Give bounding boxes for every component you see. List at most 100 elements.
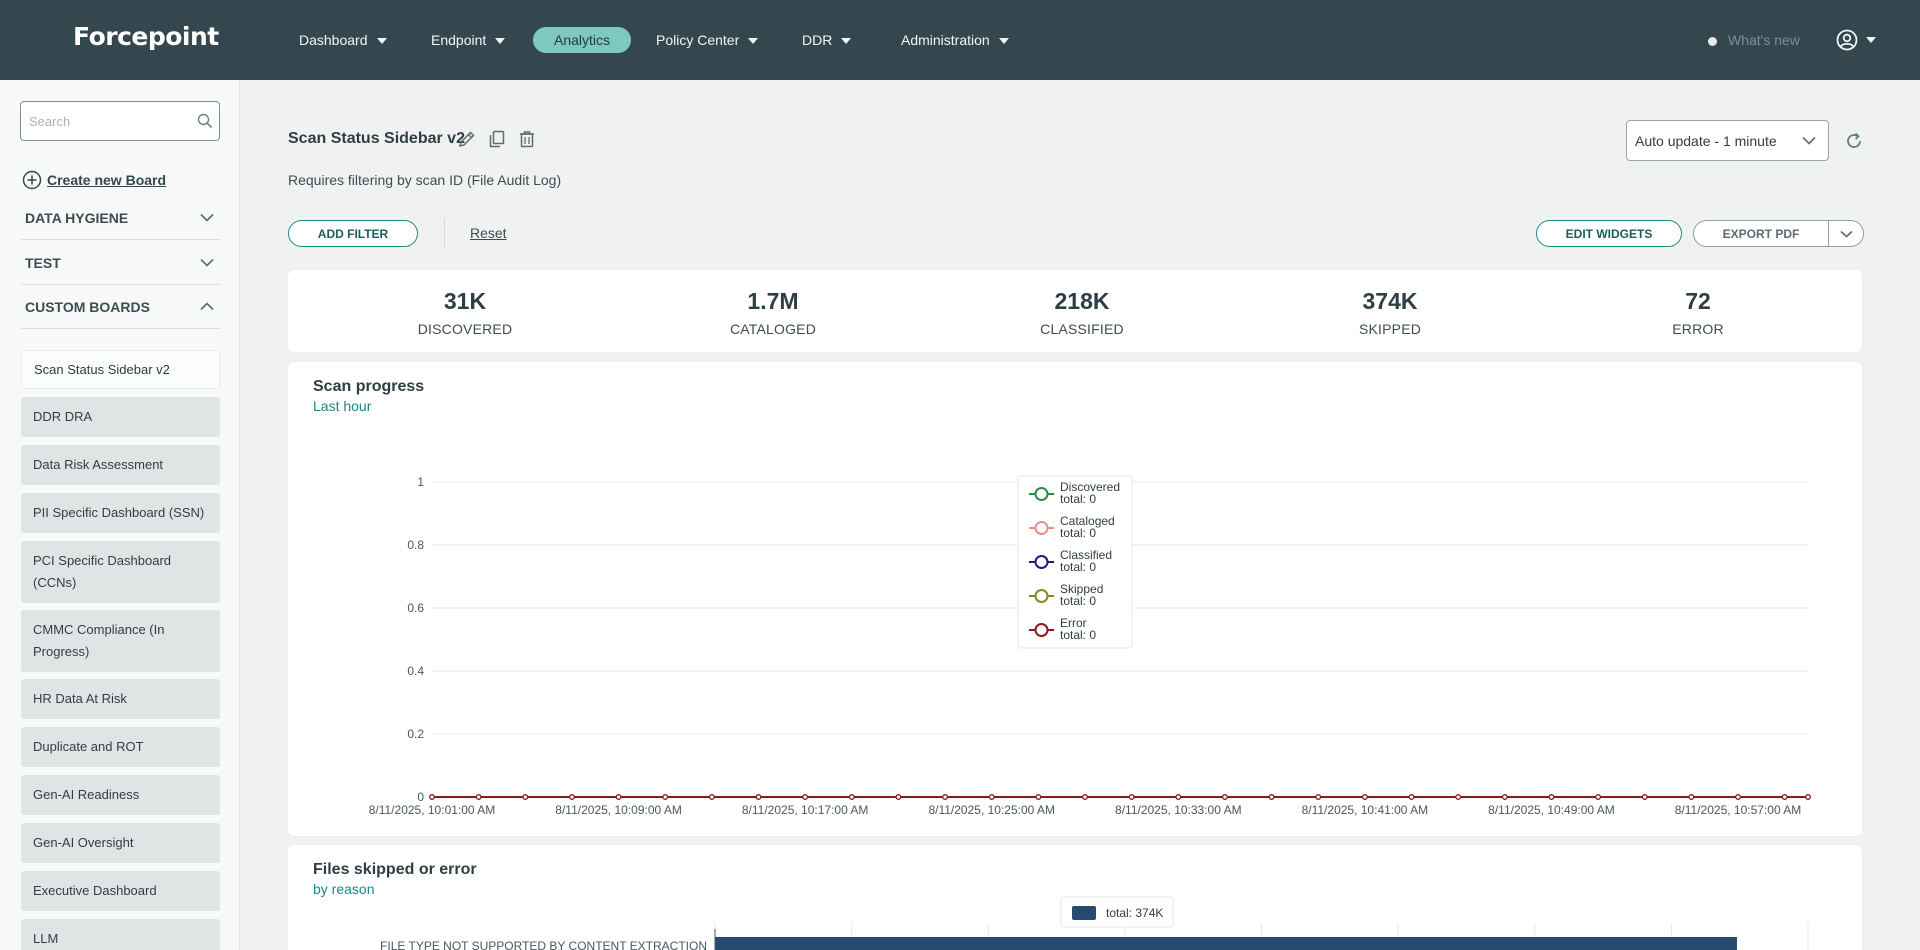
nav-analytics[interactable]: Analytics [533, 27, 632, 53]
nav-dashboard[interactable]: Dashboard [299, 27, 387, 53]
data-point[interactable] [1735, 794, 1741, 800]
board-item-gen-ai-readiness[interactable]: Gen-AI Readiness [21, 775, 220, 815]
data-point[interactable] [1221, 794, 1228, 800]
data-point[interactable] [1175, 794, 1182, 800]
board-item-scan-status-sidebar-v2[interactable]: Scan Status Sidebar v2 [21, 350, 220, 389]
nav-ddr-label: DDR [802, 32, 833, 48]
edit-pencil-icon[interactable] [457, 129, 477, 154]
data-point[interactable] [1641, 794, 1648, 800]
stat-value: 374K [1362, 288, 1418, 314]
search-input[interactable] [29, 102, 189, 140]
nav-endpoint[interactable]: Endpoint [431, 27, 506, 53]
data-point[interactable] [1688, 794, 1695, 800]
board-item-data-risk-assessment[interactable]: Data Risk Assessment [21, 445, 220, 485]
data-point[interactable] [1035, 794, 1042, 800]
legend-marker [1034, 521, 1049, 535]
board-item-pci-specific-dashboard[interactable]: PCI Specific Dashboard (CCNs) [21, 541, 220, 603]
data-point[interactable] [429, 794, 435, 800]
board-item-pii-specific-dashboard[interactable]: PII Specific Dashboard (SSN) [21, 493, 220, 533]
y-tick-label: 0.8 [407, 538, 424, 552]
data-point[interactable] [1408, 794, 1415, 800]
data-point[interactable] [708, 794, 715, 800]
legend-marker [1034, 487, 1049, 501]
data-point[interactable] [662, 794, 669, 800]
nav-administration[interactable]: Administration [901, 27, 1009, 53]
nav-ddr[interactable]: DDR [802, 27, 852, 53]
export-pdf-button[interactable]: EXPORT PDF [1694, 221, 1828, 246]
x-tick-label: 8/11/2025, 10:41:00 AM [1302, 803, 1429, 817]
data-point[interactable] [1128, 794, 1135, 800]
board-item-llm[interactable]: LLM [21, 919, 220, 950]
user-avatar-icon [1836, 29, 1858, 51]
data-point[interactable] [1268, 794, 1275, 800]
data-point[interactable] [848, 794, 855, 800]
data-point[interactable] [1548, 794, 1555, 800]
chevron-down-icon [1839, 230, 1853, 238]
data-point[interactable] [1361, 794, 1368, 800]
refresh-icon[interactable] [1845, 132, 1863, 150]
x-tick-label: 8/11/2025, 10:57:00 AM [1675, 803, 1802, 817]
legend-series-total: total: 0 [1060, 594, 1096, 608]
chart-legend[interactable]: total: 374K [1060, 896, 1174, 928]
data-point[interactable] [988, 794, 995, 800]
data-point[interactable] [802, 794, 809, 800]
board-item-label: LLM [33, 931, 59, 946]
stat-label: ERROR [1672, 321, 1724, 337]
nav-policy-center[interactable]: Policy Center [656, 27, 759, 53]
whats-new-link[interactable]: What's new [1708, 27, 1800, 53]
delete-trash-icon[interactable] [517, 129, 537, 154]
board-item-hr-data-at-risk[interactable]: HR Data At Risk [21, 679, 220, 719]
bar[interactable] [715, 937, 1737, 950]
data-point[interactable] [1781, 794, 1788, 800]
data-point[interactable] [615, 794, 622, 800]
board-description: Requires filtering by scan ID (File Audi… [288, 172, 562, 188]
y-tick-label: 0.2 [407, 727, 424, 741]
auto-update-select[interactable]: Auto update - 1 minute [1626, 120, 1829, 161]
data-point[interactable] [522, 794, 529, 800]
whats-new-label: What's new [1728, 32, 1800, 48]
search-icon[interactable] [197, 113, 213, 129]
x-tick-label: 8/11/2025, 10:33:00 AM [1115, 803, 1242, 817]
section-custom-boards[interactable]: CUSTOM BOARDS [21, 285, 220, 329]
nav-analytics-label: Analytics [554, 32, 611, 48]
scan-progress-widget: Scan progress Last hour 0 0.2 0.4 0.6 0.8 1 8/… [288, 362, 1862, 836]
data-point[interactable] [1805, 794, 1811, 800]
board-item-gen-ai-oversight[interactable]: Gen-AI Oversight [21, 823, 220, 863]
edit-widgets-button[interactable]: EDIT WIDGETS [1536, 220, 1682, 247]
board-item-label: Duplicate and ROT [33, 739, 144, 754]
board-item-executive-dashboard[interactable]: Executive Dashboard [21, 871, 220, 911]
reset-link[interactable]: Reset [470, 225, 507, 241]
board-item-label: CMMC Compliance (In Progress) [33, 622, 165, 659]
export-pdf-split-button: EXPORT PDF [1693, 220, 1864, 247]
caret-down-icon [1866, 37, 1876, 43]
board-item-label: DDR DRA [33, 409, 93, 424]
copy-icon[interactable] [487, 129, 507, 154]
toolbar-divider [444, 218, 445, 248]
create-new-board-link[interactable]: Create new Board [22, 169, 166, 191]
data-point[interactable] [1595, 794, 1602, 800]
data-point[interactable] [568, 794, 575, 800]
board-item-label: HR Data At Risk [33, 691, 127, 706]
data-point[interactable] [755, 794, 762, 800]
board-item-cmmc-compliance[interactable]: CMMC Compliance (In Progress) [21, 610, 220, 672]
data-point[interactable] [895, 794, 902, 800]
user-menu[interactable] [1836, 28, 1876, 52]
board-item-ddr-dra[interactable]: DDR DRA [21, 397, 220, 437]
data-point[interactable] [475, 794, 482, 800]
data-point[interactable] [1501, 794, 1508, 800]
export-options-dropdown[interactable] [1828, 221, 1863, 246]
board-item-duplicate-and-rot[interactable]: Duplicate and ROT [21, 727, 220, 767]
legend-swatch [1072, 906, 1096, 920]
section-data-hygiene[interactable]: DATA HYGIENE [21, 196, 220, 240]
notification-dot-icon [1708, 36, 1717, 46]
section-test[interactable]: TEST [21, 241, 220, 285]
data-point[interactable] [1082, 794, 1088, 800]
chevron-up-icon [200, 302, 214, 311]
data-point[interactable] [1455, 794, 1462, 800]
boards-sidebar: Create new Board DATA HYGIENE TEST CUSTO… [0, 80, 240, 950]
data-point[interactable] [1315, 794, 1322, 800]
add-filter-button[interactable]: ADD FILTER [288, 220, 418, 247]
data-point[interactable] [942, 794, 949, 800]
forcepoint-logo[interactable]: Forcepoint [73, 22, 219, 51]
files-skipped-chart: FILE TYPE NOT SUPPORTED BY CONTENT EXTRA… [380, 896, 1809, 950]
